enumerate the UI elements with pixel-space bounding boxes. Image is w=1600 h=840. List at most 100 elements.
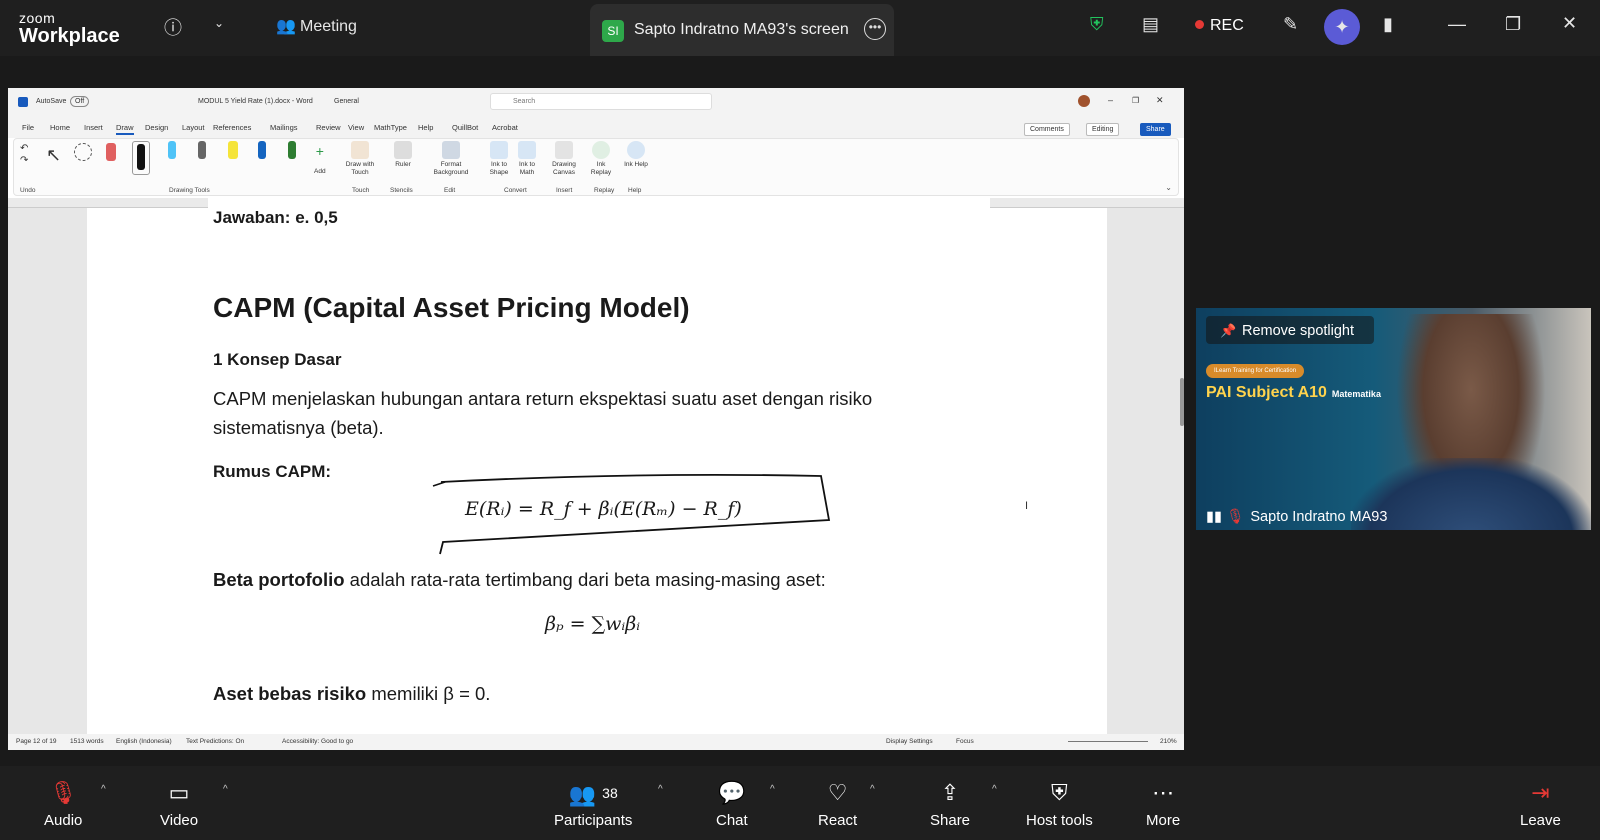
share-upload-icon: ⇪ bbox=[940, 780, 960, 805]
chat-button[interactable]: 💬 Chat bbox=[716, 778, 748, 829]
black-pen-icon[interactable] bbox=[132, 141, 150, 175]
add-pen-button[interactable]: + Add bbox=[314, 143, 326, 177]
sensitivity-label[interactable]: General bbox=[334, 98, 359, 105]
autosave-label: AutoSave bbox=[36, 98, 67, 105]
panel-toggle-icon[interactable]: ▮ bbox=[1383, 14, 1393, 35]
menu-tab-home[interactable]: Home bbox=[50, 123, 70, 132]
menu-tab-review[interactable]: Review bbox=[316, 123, 341, 132]
comments-button[interactable]: Comments bbox=[1024, 123, 1070, 136]
record-dot-icon bbox=[1195, 20, 1204, 29]
ink-stroke-tick bbox=[432, 481, 446, 487]
close-icon[interactable]: ✕ bbox=[1562, 13, 1577, 34]
menu-tab-help[interactable]: Help bbox=[418, 123, 433, 132]
language-status[interactable]: English (Indonesia) bbox=[116, 738, 172, 745]
zoom-top-bar: zoom Workplace ⓘ ⌄ 👥 Meeting SI Sapto In… bbox=[0, 0, 1600, 56]
collapse-ribbon-icon[interactable]: ⌄ bbox=[1165, 183, 1172, 192]
video-options-chevron[interactable]: ^ bbox=[223, 784, 228, 795]
zoom-slider[interactable] bbox=[1068, 741, 1148, 742]
accessibility-status[interactable]: Accessibility: Good to go bbox=[282, 738, 353, 745]
undo-icon[interactable]: ↶ ↷ bbox=[20, 143, 28, 167]
ink-to-shape-button[interactable]: Ink to Shape bbox=[486, 141, 512, 177]
menu-tab-acrobat[interactable]: Acrobat bbox=[492, 123, 518, 132]
react-button[interactable]: ♡ React bbox=[818, 778, 857, 829]
word-titlebar: AutoSave Off MODUL 5 Yield Rate (1).docx… bbox=[8, 88, 1184, 116]
gray-pen-icon[interactable] bbox=[198, 141, 206, 161]
lasso-tool-icon[interactable] bbox=[74, 143, 92, 163]
ruler-button[interactable]: Ruler bbox=[390, 141, 416, 169]
host-tools-button[interactable]: ⛨ Host tools bbox=[1026, 778, 1093, 829]
leave-button[interactable]: ⇥ Leave bbox=[1520, 778, 1561, 829]
word-share-button[interactable]: Share bbox=[1140, 123, 1171, 136]
capm-formula: E(Rᵢ) = R_f + βᵢ(E(Rₘ) − R_f) bbox=[465, 498, 742, 520]
user-avatar[interactable] bbox=[1078, 95, 1090, 107]
ai-companion-icon[interactable]: ✦ bbox=[1324, 9, 1360, 45]
audio-button[interactable]: 🎙 Audio bbox=[44, 778, 82, 829]
editing-mode-button[interactable]: Editing bbox=[1086, 123, 1120, 136]
drawing-canvas-button[interactable]: Drawing Canvas bbox=[548, 141, 580, 177]
blue-pen-icon[interactable] bbox=[258, 141, 266, 161]
word-search-box[interactable]: Search bbox=[490, 93, 712, 110]
chevron-down-icon[interactable]: ⌄ bbox=[214, 16, 224, 30]
sharer-initials: SI bbox=[602, 20, 624, 42]
ink-help-button[interactable]: Ink Help bbox=[624, 141, 648, 169]
ink-replay-button[interactable]: Ink Replay bbox=[588, 141, 614, 177]
select-tool-icon[interactable]: ↖ bbox=[46, 145, 61, 167]
chat-options-chevron[interactable]: ^ bbox=[770, 784, 775, 795]
notes-icon[interactable]: ▤ bbox=[1142, 14, 1159, 35]
meeting-label[interactable]: Meeting bbox=[300, 18, 357, 36]
restore-icon[interactable]: ❐ bbox=[1505, 14, 1521, 35]
shield-icon[interactable]: ⛨ bbox=[1090, 14, 1104, 35]
eraser-icon[interactable] bbox=[106, 143, 116, 163]
muted-microphone-icon: 🎙 bbox=[49, 780, 78, 805]
light-blue-pen-icon[interactable] bbox=[168, 141, 176, 161]
pencil-icon[interactable]: ✎ bbox=[1283, 14, 1298, 35]
word-close-icon[interactable]: ✕ bbox=[1156, 95, 1164, 106]
document-name: MODUL 5 Yield Rate (1).docx - Word bbox=[198, 98, 313, 105]
document-page[interactable]: Jawaban: e. 0,5 CAPM (Capital Asset Pric… bbox=[87, 208, 1107, 734]
menu-tab-quillbot[interactable]: QuillBot bbox=[452, 123, 478, 132]
menu-tab-view[interactable]: View bbox=[348, 123, 364, 132]
video-button[interactable]: ▭ Video bbox=[160, 778, 198, 829]
menu-tab-layout[interactable]: Layout bbox=[182, 123, 205, 132]
participants-button[interactable]: 👥 38 Participants bbox=[554, 778, 632, 829]
screen-share-tab[interactable]: SI Sapto Indratno MA93's screen ••• bbox=[590, 4, 894, 56]
text-cursor-icon: I bbox=[1025, 500, 1029, 512]
yellow-highlighter-icon[interactable] bbox=[228, 141, 238, 161]
share-options-chevron[interactable]: ^ bbox=[992, 784, 997, 795]
signal-icon: ▮▮ bbox=[1206, 509, 1222, 525]
share-screen-button[interactable]: ⇪ Share bbox=[930, 778, 970, 829]
display-settings-button[interactable]: Display Settings bbox=[886, 738, 933, 745]
page-count[interactable]: Page 12 of 19 bbox=[16, 738, 56, 745]
menu-tab-design[interactable]: Design bbox=[145, 123, 168, 132]
menu-tab-draw[interactable]: Draw bbox=[116, 123, 134, 135]
green-pen-icon[interactable] bbox=[288, 141, 296, 161]
audio-options-chevron[interactable]: ^ bbox=[101, 784, 106, 795]
menu-tab-file[interactable]: File bbox=[22, 123, 34, 132]
react-options-chevron[interactable]: ^ bbox=[870, 784, 875, 795]
menu-tab-mailings[interactable]: Mailings bbox=[270, 123, 298, 132]
menu-tab-insert[interactable]: Insert bbox=[84, 123, 103, 132]
more-options-icon[interactable]: ••• bbox=[864, 18, 886, 40]
text-predictions-status[interactable]: Text Predictions: On bbox=[186, 738, 244, 745]
participant-video[interactable]: 📌 Remove spotlight ILearn Training for Ce… bbox=[1196, 308, 1591, 530]
document-scrollbar[interactable] bbox=[1180, 378, 1184, 426]
meeting-people-icon: 👥 bbox=[276, 18, 296, 35]
draw-with-touch-button[interactable]: Draw with Touch bbox=[340, 141, 380, 177]
ink-to-math-button[interactable]: Ink to Math bbox=[514, 141, 540, 177]
minimize-icon[interactable]: — bbox=[1448, 14, 1466, 35]
zoom-level[interactable]: 210% bbox=[1160, 738, 1177, 745]
recording-indicator[interactable]: REC bbox=[1195, 17, 1244, 35]
info-icon[interactable]: ⓘ bbox=[164, 14, 182, 40]
format-background-button[interactable]: Format Background bbox=[426, 141, 476, 177]
participants-options-chevron[interactable]: ^ bbox=[658, 784, 663, 795]
autosave-toggle[interactable]: Off bbox=[70, 96, 90, 107]
remove-spotlight-button[interactable]: 📌 Remove spotlight bbox=[1206, 316, 1374, 344]
word-minimize-icon[interactable]: – bbox=[1108, 95, 1113, 105]
draw-ribbon: ↶ ↷ ↖ + Add Draw with Touch Ruler Format B… bbox=[13, 138, 1179, 196]
menu-tab-mathtype[interactable]: MathType bbox=[374, 123, 407, 132]
word-count[interactable]: 1513 words bbox=[70, 738, 104, 745]
more-button[interactable]: ⋯ More bbox=[1146, 778, 1180, 829]
focus-button[interactable]: Focus bbox=[956, 738, 974, 745]
word-restore-icon[interactable]: ❐ bbox=[1132, 96, 1139, 105]
menu-tab-references[interactable]: References bbox=[213, 123, 251, 132]
